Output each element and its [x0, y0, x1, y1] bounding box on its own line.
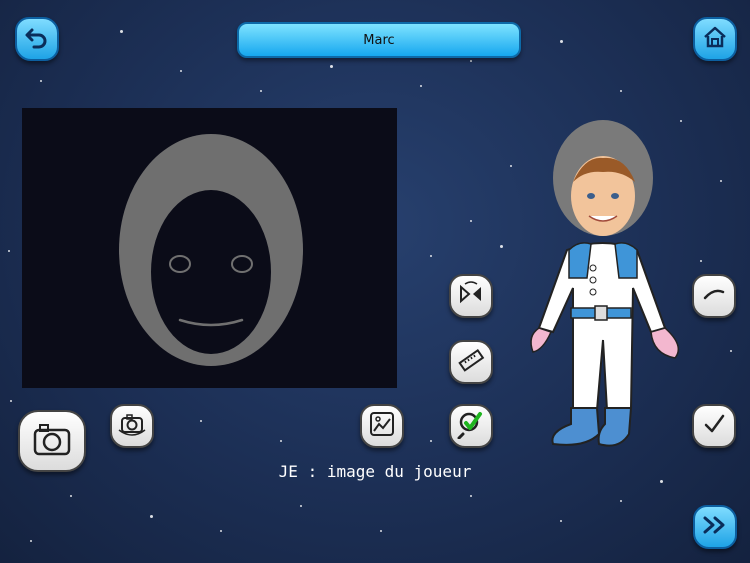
back-button[interactable] [15, 17, 59, 61]
camera-icon [32, 421, 72, 461]
next-button[interactable] [693, 505, 737, 549]
choose-image-button[interactable] [360, 404, 404, 448]
dash-icon [701, 284, 727, 308]
caption-text: JE : image du joueur [278, 462, 472, 481]
take-photo-button[interactable] [18, 410, 86, 472]
player-name: Marc [363, 32, 395, 48]
avatar-preview [525, 118, 690, 463]
undo-arrow-icon [24, 24, 50, 54]
flip-icon [457, 280, 485, 312]
camera-switch-icon [117, 410, 147, 442]
validate-image-button[interactable] [449, 404, 493, 448]
player-name-field[interactable]: Marc [237, 22, 521, 58]
camera-preview [22, 108, 397, 388]
edit-option-button[interactable] [692, 274, 736, 318]
switch-camera-button[interactable] [110, 404, 154, 448]
home-icon [702, 24, 728, 54]
check-icon [701, 411, 727, 441]
fast-forward-icon [701, 513, 729, 541]
resize-button[interactable] [449, 340, 493, 384]
confirm-button[interactable] [692, 404, 736, 448]
image-icon [368, 410, 396, 442]
flip-button[interactable] [449, 274, 493, 318]
face-guide-overlay [119, 134, 303, 366]
check-magnifier-icon [456, 409, 486, 443]
ruler-icon [457, 346, 485, 378]
home-button[interactable] [693, 17, 737, 61]
